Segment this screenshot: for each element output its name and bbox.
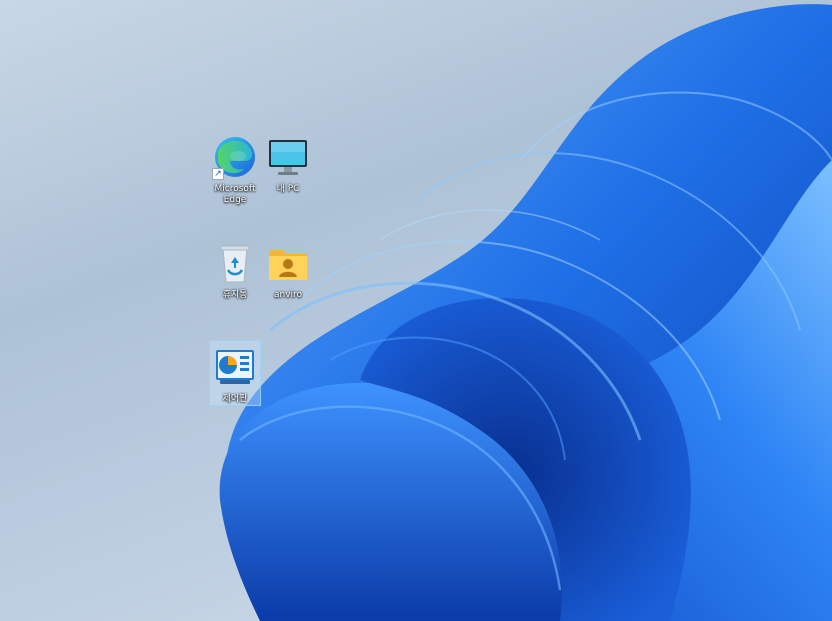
edge-icon: ↗ <box>212 134 258 180</box>
desktop-icon-label: anviro <box>273 290 303 300</box>
control-panel-icon <box>212 344 258 390</box>
wallpaper-bloom <box>219 4 832 621</box>
desktop-icon-label: 휴지통 <box>222 290 248 300</box>
user-folder-icon <box>265 240 311 286</box>
desktop-icon-label: 내 PC <box>276 184 300 194</box>
monitor-icon <box>265 134 311 180</box>
desktop-icon-label: 제어판 <box>222 394 248 404</box>
desktop-icon-recycle-bin[interactable]: 휴지통 <box>209 236 261 302</box>
desktop[interactable]: ↗ Microsoft Edge 내 PC 휴지통 anviro 제어판 <box>0 0 832 621</box>
desktop-icon-user-folder[interactable]: anviro <box>262 236 314 302</box>
desktop-icon-label: Microsoft Edge <box>214 184 256 205</box>
desktop-icon-this-pc[interactable]: 내 PC <box>262 130 314 196</box>
shortcut-arrow-icon: ↗ <box>212 168 224 180</box>
desktop-icon-edge[interactable]: ↗ Microsoft Edge <box>209 130 261 207</box>
desktop-icon-control-panel[interactable]: 제어판 <box>209 340 261 406</box>
recycle-bin-icon <box>212 240 258 286</box>
